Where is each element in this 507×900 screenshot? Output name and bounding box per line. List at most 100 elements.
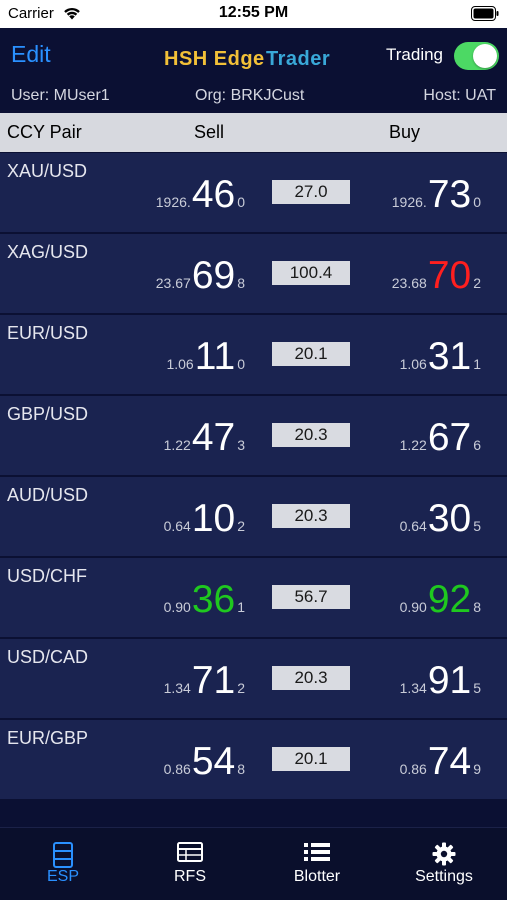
buy-price-pip: 2 xyxy=(473,275,481,291)
toggle-knob xyxy=(473,44,497,68)
tab-rfs[interactable]: RFS xyxy=(127,828,253,900)
buy-price-pip: 6 xyxy=(473,437,481,453)
buy-price-prefix: 0.86 xyxy=(399,761,427,777)
rate-row[interactable]: USD/CAD 1.3471 2 20.3 1.3491 5 xyxy=(0,639,507,718)
buy-price[interactable]: 0.6430 5 xyxy=(399,497,481,540)
status-bar: Carrier 12:55 PM xyxy=(0,0,507,28)
sell-price[interactable]: 1.3471 2 xyxy=(163,659,245,702)
session-info-bar: User: MUser1 Org: BRKJCust Host: UAT xyxy=(0,86,507,112)
sell-price[interactable]: 1926.46 0 xyxy=(156,173,245,216)
sell-price-big-figure: 11 xyxy=(194,335,236,378)
brand-logo-graphic: HSH Edge Trader xyxy=(164,48,330,70)
spread-badge: 20.3 xyxy=(272,666,350,690)
svg-text:Trader: Trader xyxy=(266,48,330,70)
rate-row[interactable]: USD/CHF 0.9036 1 56.7 0.9092 8 xyxy=(0,558,507,637)
buy-price-big-figure: 73 xyxy=(427,173,472,216)
ccy-pair-label: GBP/USD xyxy=(7,404,89,424)
trading-label: Trading xyxy=(386,45,444,64)
ccy-pair-label: AUD/USD xyxy=(7,485,89,505)
spread-badge: 20.3 xyxy=(272,423,350,447)
sell-price-big-figure: 69 xyxy=(191,254,236,297)
buy-price-prefix: 0.64 xyxy=(399,518,427,534)
rfs-icon xyxy=(177,842,203,862)
ccy-pair-label: XAG/USD xyxy=(7,242,89,262)
org-label: Org: BRKJCust xyxy=(195,87,305,104)
spread-badge: 56.7 xyxy=(272,585,350,609)
sell-price-pip: 0 xyxy=(237,194,245,210)
buy-price-big-figure: 74 xyxy=(427,740,472,783)
sell-price-pip: 2 xyxy=(237,518,245,534)
ccy-pair-label: USD/CHF xyxy=(7,566,87,586)
rate-row[interactable]: EUR/USD 1.0611 0 20.1 1.0631 1 xyxy=(0,315,507,394)
sell-price-prefix: 1.22 xyxy=(163,437,191,453)
tab-rfs-label: RFS xyxy=(174,868,206,885)
buy-price-big-figure: 91 xyxy=(427,659,472,702)
battery-icon xyxy=(471,6,499,21)
buy-price[interactable]: 1.2267 6 xyxy=(399,416,481,459)
blotter-icon xyxy=(304,843,330,861)
rate-row[interactable]: EUR/GBP 0.8654 8 20.1 0.8674 9 xyxy=(0,720,507,799)
buy-price-prefix: 1926. xyxy=(391,194,427,210)
sell-price-prefix: 1.06 xyxy=(166,356,194,372)
buy-price-big-figure: 31 xyxy=(427,335,472,378)
buy-price-prefix: 1.06 xyxy=(399,356,427,372)
buy-price-prefix: 0.90 xyxy=(399,599,427,615)
buy-price[interactable]: 23.6870 2 xyxy=(391,254,481,297)
ccy-pair-label: EUR/USD xyxy=(7,323,89,343)
sell-price-big-figure: 36 xyxy=(191,578,236,621)
column-header-sell: Sell xyxy=(194,122,225,142)
spread-badge: 20.3 xyxy=(272,504,350,528)
rate-row[interactable]: AUD/USD 0.6410 2 20.3 0.6430 5 xyxy=(0,477,507,556)
sell-price-big-figure: 46 xyxy=(191,173,236,216)
tab-settings[interactable]: Settings xyxy=(381,828,507,900)
tab-blotter-label: Blotter xyxy=(293,868,341,885)
sell-price-prefix: 0.86 xyxy=(163,761,191,777)
buy-price-prefix: 1.22 xyxy=(399,437,427,453)
sell-price-prefix: 0.64 xyxy=(163,518,191,534)
buy-price-prefix: 23.68 xyxy=(391,275,427,291)
column-header: CCY Pair Sell Buy xyxy=(0,113,507,152)
edit-button[interactable]: Edit xyxy=(11,41,51,68)
buy-price-pip: 9 xyxy=(473,761,481,777)
buy-price[interactable]: 1926.73 0 xyxy=(391,173,481,216)
user-label: User: MUser1 xyxy=(11,87,110,104)
buy-price-big-figure: 67 xyxy=(427,416,472,459)
spread-badge: 27.0 xyxy=(272,180,350,204)
rate-row[interactable]: GBP/USD 1.2247 3 20.3 1.2267 6 xyxy=(0,396,507,475)
rate-row[interactable]: XAG/USD 23.6769 8 100.4 23.6870 2 xyxy=(0,234,507,313)
clock: 12:55 PM xyxy=(218,4,289,21)
tab-blotter[interactable]: Blotter xyxy=(254,828,380,900)
trading-toggle[interactable] xyxy=(454,42,499,70)
sell-price[interactable]: 0.9036 1 xyxy=(164,578,245,621)
sell-price-big-figure: 54 xyxy=(191,740,236,783)
spread-badge: 20.1 xyxy=(272,342,350,366)
rate-list: XAU/USD 1926.46 0 27.0 1926.73 0 XAG/USD 2… xyxy=(0,153,507,801)
app-header: Edit HSH Edge Trader Trading xyxy=(0,28,507,86)
buy-price-pip: 1 xyxy=(473,356,481,372)
buy-price-big-figure: 30 xyxy=(427,497,472,540)
sell-price-pip: 2 xyxy=(237,680,245,696)
rate-row[interactable]: XAU/USD 1926.46 0 27.0 1926.73 0 xyxy=(0,153,507,232)
sell-price[interactable]: 1.0611 0 xyxy=(166,335,245,378)
sell-price[interactable]: 0.8654 8 xyxy=(163,740,245,783)
tab-esp[interactable]: ESP xyxy=(0,828,126,900)
sell-price[interactable]: 23.6769 8 xyxy=(156,254,245,297)
sell-price-big-figure: 71 xyxy=(191,659,236,702)
sell-price-prefix: 1.34 xyxy=(163,680,191,696)
svg-text:HSH Edge: HSH Edge xyxy=(164,48,265,70)
buy-price[interactable]: 0.9092 8 xyxy=(399,578,481,621)
sell-price-pip: 8 xyxy=(237,761,245,777)
sell-price[interactable]: 1.2247 3 xyxy=(163,416,245,459)
ccy-pair-label: EUR/GBP xyxy=(7,728,89,748)
gear-icon xyxy=(432,842,456,866)
buy-price[interactable]: 0.8674 9 xyxy=(399,740,481,783)
sell-price[interactable]: 0.6410 2 xyxy=(163,497,245,540)
buy-price[interactable]: 1.3491 5 xyxy=(400,659,481,702)
sell-price-pip: 3 xyxy=(237,437,245,453)
sell-price-big-figure: 10 xyxy=(191,497,236,540)
brand-logo: HSH Edge Trader xyxy=(162,43,348,73)
ccy-pair-label: USD/CAD xyxy=(7,647,89,667)
spread-badge: 100.4 xyxy=(272,261,350,285)
buy-price[interactable]: 1.0631 1 xyxy=(399,335,481,378)
buy-price-big-figure: 70 xyxy=(427,254,472,297)
